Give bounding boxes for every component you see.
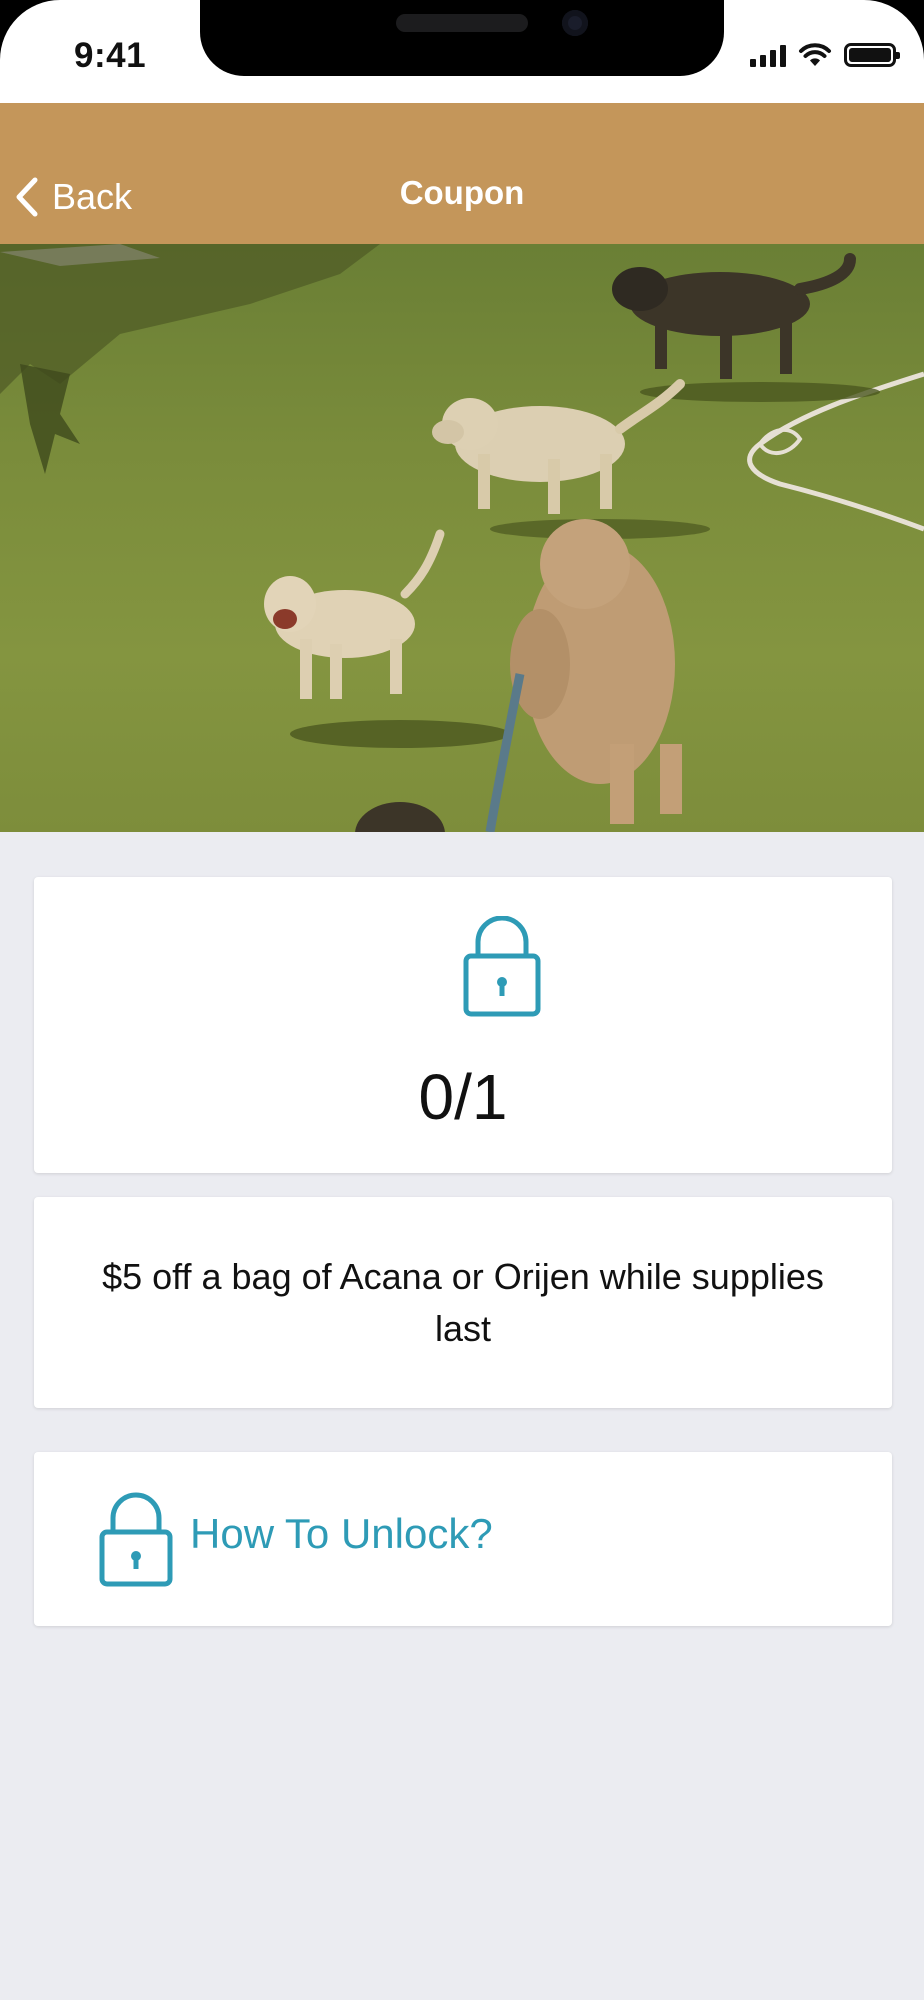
notch — [200, 0, 724, 76]
lock-icon — [463, 916, 541, 1017]
lock-icon — [99, 1492, 173, 1587]
speaker-grille — [396, 14, 528, 32]
dogs-photo-illustration — [0, 244, 924, 832]
how-to-unlock-button[interactable]: How To Unlock? — [34, 1452, 892, 1626]
offer-card: $5 off a bag of Acana or Orijen while su… — [34, 1197, 892, 1408]
battery-icon — [844, 43, 900, 67]
page-title: Coupon — [399, 174, 525, 211]
unlock-progress: 0/1 — [418, 1061, 508, 1133]
wifi-icon — [799, 43, 831, 66]
phone-frame-corner — [0, 0, 120, 120]
hero-image — [0, 244, 924, 832]
status-time: 9:41 — [74, 36, 147, 75]
status-icons — [750, 42, 900, 68]
status-bar: 9:41 — [0, 0, 924, 120]
camera-icon — [562, 10, 588, 36]
progress-card: 0/1 — [34, 877, 892, 1173]
how-to-unlock-label: How To Unlock? — [190, 1510, 493, 1557]
offer-description: $5 off a bag of Acana or Orijen while su… — [102, 1256, 824, 1349]
cellular-signal-icon — [750, 43, 786, 67]
